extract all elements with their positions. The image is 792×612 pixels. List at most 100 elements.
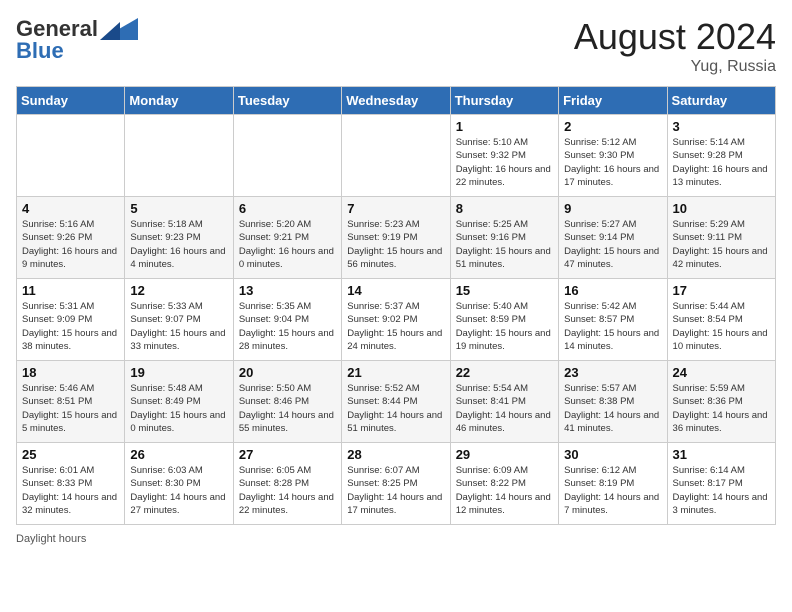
- day-cell: 15 Sunrise: 5:40 AM Sunset: 8:59 PM Dayli…: [450, 279, 558, 361]
- week-row-3: 11 Sunrise: 5:31 AM Sunset: 9:09 PM Dayli…: [17, 279, 776, 361]
- logo-icon: [100, 18, 138, 40]
- day-number: 19: [130, 365, 227, 380]
- col-header-wednesday: Wednesday: [342, 87, 450, 115]
- day-number: 6: [239, 201, 336, 216]
- day-number: 2: [564, 119, 661, 134]
- day-number: 8: [456, 201, 553, 216]
- day-info: Sunrise: 5:25 AM Sunset: 9:16 PM Dayligh…: [456, 218, 553, 271]
- day-number: 14: [347, 283, 444, 298]
- day-cell: 22 Sunrise: 5:54 AM Sunset: 8:41 PM Dayli…: [450, 361, 558, 443]
- day-info: Sunrise: 5:37 AM Sunset: 9:02 PM Dayligh…: [347, 300, 444, 353]
- day-number: 1: [456, 119, 553, 134]
- day-info: Sunrise: 5:35 AM Sunset: 9:04 PM Dayligh…: [239, 300, 336, 353]
- day-cell: [342, 115, 450, 197]
- day-cell: 28Sunrise: 6:07 AM Sunset: 8:25 PM Dayli…: [342, 443, 450, 525]
- day-info: Sunrise: 6:14 AM Sunset: 8:17 PM Dayligh…: [673, 464, 770, 517]
- day-info: Sunrise: 5:57 AM Sunset: 8:38 PM Dayligh…: [564, 382, 661, 435]
- day-info: Sunrise: 5:40 AM Sunset: 8:59 PM Dayligh…: [456, 300, 553, 353]
- day-cell: 26Sunrise: 6:03 AM Sunset: 8:30 PM Dayli…: [125, 443, 233, 525]
- page-header: General Blue August 2024 Yug, Russia: [16, 16, 776, 76]
- day-number: 10: [673, 201, 770, 216]
- day-cell: 30 Sunrise: 6:12 AM Sunset: 8:19 PM Dayli…: [559, 443, 667, 525]
- day-info: Sunrise: 5:10 AM Sunset: 9:32 PM Dayligh…: [456, 136, 553, 189]
- calendar-header-row: SundayMondayTuesdayWednesdayThursdayFrid…: [17, 87, 776, 115]
- day-cell: 31 Sunrise: 6:14 AM Sunset: 8:17 PM Dayli…: [667, 443, 775, 525]
- day-info: Sunrise: 5:18 AM Sunset: 9:23 PM Dayligh…: [130, 218, 227, 271]
- day-info: Sunrise: 5:16 AM Sunset: 9:26 PM Dayligh…: [22, 218, 119, 271]
- day-cell: 21 Sunrise: 5:52 AM Sunset: 8:44 PM Dayli…: [342, 361, 450, 443]
- day-info: Sunrise: 5:48 AM Sunset: 8:49 PM Dayligh…: [130, 382, 227, 435]
- day-number: 22: [456, 365, 553, 380]
- day-info: Sunrise: 5:59 AM Sunset: 8:36 PM Dayligh…: [673, 382, 770, 435]
- day-cell: [125, 115, 233, 197]
- day-info: Sunrise: 6:12 AM Sunset: 8:19 PM Dayligh…: [564, 464, 661, 517]
- day-number: 21: [347, 365, 444, 380]
- day-info: Sunrise: 5:44 AM Sunset: 8:54 PM Dayligh…: [673, 300, 770, 353]
- day-cell: 5 Sunrise: 5:18 AM Sunset: 9:23 PM Daylig…: [125, 197, 233, 279]
- day-info: Sunrise: 5:31 AM Sunset: 9:09 PM Dayligh…: [22, 300, 119, 353]
- logo: General Blue: [16, 16, 138, 64]
- day-number: 25: [22, 447, 119, 462]
- week-row-4: 18 Sunrise: 5:46 AM Sunset: 8:51 PM Dayli…: [17, 361, 776, 443]
- day-cell: 23Sunrise: 5:57 AM Sunset: 8:38 PM Dayli…: [559, 361, 667, 443]
- day-number: 13: [239, 283, 336, 298]
- day-number: 16: [564, 283, 661, 298]
- day-number: 31: [673, 447, 770, 462]
- day-cell: 29 Sunrise: 6:09 AM Sunset: 8:22 PM Dayli…: [450, 443, 558, 525]
- day-cell: 17 Sunrise: 5:44 AM Sunset: 8:54 PM Dayli…: [667, 279, 775, 361]
- day-info: Sunrise: 5:54 AM Sunset: 8:41 PM Dayligh…: [456, 382, 553, 435]
- day-number: 5: [130, 201, 227, 216]
- day-cell: 14 Sunrise: 5:37 AM Sunset: 9:02 PM Dayli…: [342, 279, 450, 361]
- day-cell: 6 Sunrise: 5:20 AM Sunset: 9:21 PM Daylig…: [233, 197, 341, 279]
- day-number: 17: [673, 283, 770, 298]
- calendar-table: SundayMondayTuesdayWednesdayThursdayFrid…: [16, 86, 776, 525]
- day-info: Sunrise: 5:12 AM Sunset: 9:30 PM Dayligh…: [564, 136, 661, 189]
- day-number: 7: [347, 201, 444, 216]
- day-number: 24: [673, 365, 770, 380]
- day-number: 15: [456, 283, 553, 298]
- day-cell: 8 Sunrise: 5:25 AM Sunset: 9:16 PM Daylig…: [450, 197, 558, 279]
- day-info: Sunrise: 5:42 AM Sunset: 8:57 PM Dayligh…: [564, 300, 661, 353]
- day-info: Sunrise: 5:50 AM Sunset: 8:46 PM Dayligh…: [239, 382, 336, 435]
- day-number: 28: [347, 447, 444, 462]
- day-number: 11: [22, 283, 119, 298]
- logo-blue: Blue: [16, 38, 64, 64]
- week-row-2: 4 Sunrise: 5:16 AM Sunset: 9:26 PM Daylig…: [17, 197, 776, 279]
- day-info: Sunrise: 5:46 AM Sunset: 8:51 PM Dayligh…: [22, 382, 119, 435]
- day-info: Sunrise: 6:01 AM Sunset: 8:33 PM Dayligh…: [22, 464, 119, 517]
- day-info: Sunrise: 6:09 AM Sunset: 8:22 PM Dayligh…: [456, 464, 553, 517]
- day-number: 9: [564, 201, 661, 216]
- day-info: Sunrise: 5:20 AM Sunset: 9:21 PM Dayligh…: [239, 218, 336, 271]
- day-cell: 2 Sunrise: 5:12 AM Sunset: 9:30 PM Daylig…: [559, 115, 667, 197]
- col-header-saturday: Saturday: [667, 87, 775, 115]
- day-info: Sunrise: 6:03 AM Sunset: 8:30 PM Dayligh…: [130, 464, 227, 517]
- day-cell: 16 Sunrise: 5:42 AM Sunset: 8:57 PM Dayli…: [559, 279, 667, 361]
- col-header-thursday: Thursday: [450, 87, 558, 115]
- day-info: Sunrise: 5:52 AM Sunset: 8:44 PM Dayligh…: [347, 382, 444, 435]
- day-cell: [233, 115, 341, 197]
- day-cell: 3 Sunrise: 5:14 AM Sunset: 9:28 PM Daylig…: [667, 115, 775, 197]
- day-cell: 7Sunrise: 5:23 AM Sunset: 9:19 PM Daylig…: [342, 197, 450, 279]
- daylight-label: Daylight hours: [16, 533, 86, 545]
- day-cell: 4 Sunrise: 5:16 AM Sunset: 9:26 PM Daylig…: [17, 197, 125, 279]
- day-cell: 24 Sunrise: 5:59 AM Sunset: 8:36 PM Dayli…: [667, 361, 775, 443]
- day-cell: 25 Sunrise: 6:01 AM Sunset: 8:33 PM Dayli…: [17, 443, 125, 525]
- day-cell: 20Sunrise: 5:50 AM Sunset: 8:46 PM Dayli…: [233, 361, 341, 443]
- day-number: 29: [456, 447, 553, 462]
- day-number: 12: [130, 283, 227, 298]
- day-cell: 18 Sunrise: 5:46 AM Sunset: 8:51 PM Dayli…: [17, 361, 125, 443]
- day-cell: 10 Sunrise: 5:29 AM Sunset: 9:11 PM Dayli…: [667, 197, 775, 279]
- month-year: August 2024: [574, 16, 776, 58]
- col-header-monday: Monday: [125, 87, 233, 115]
- day-number: 30: [564, 447, 661, 462]
- day-info: Sunrise: 5:14 AM Sunset: 9:28 PM Dayligh…: [673, 136, 770, 189]
- day-number: 3: [673, 119, 770, 134]
- day-number: 4: [22, 201, 119, 216]
- location: Yug, Russia: [574, 58, 776, 76]
- day-info: Sunrise: 5:29 AM Sunset: 9:11 PM Dayligh…: [673, 218, 770, 271]
- day-info: Sunrise: 5:33 AM Sunset: 9:07 PM Dayligh…: [130, 300, 227, 353]
- day-cell: 19 Sunrise: 5:48 AM Sunset: 8:49 PM Dayli…: [125, 361, 233, 443]
- day-number: 18: [22, 365, 119, 380]
- col-header-tuesday: Tuesday: [233, 87, 341, 115]
- day-info: Sunrise: 5:27 AM Sunset: 9:14 PM Dayligh…: [564, 218, 661, 271]
